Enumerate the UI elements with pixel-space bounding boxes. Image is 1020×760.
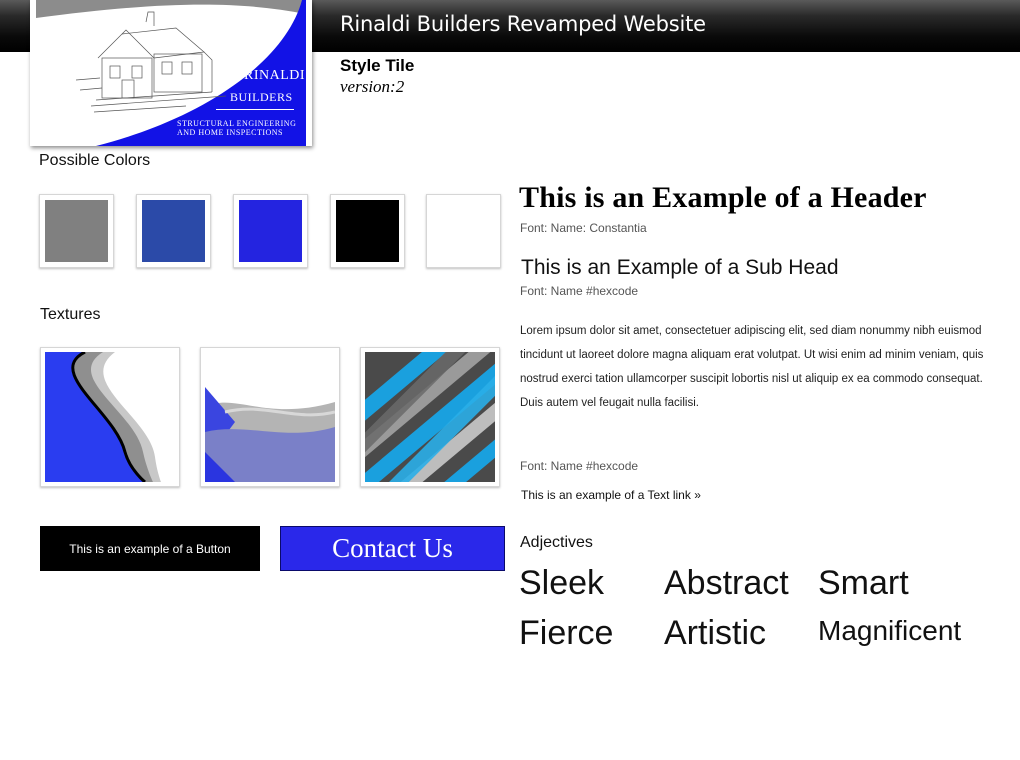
texture-waves [200, 347, 340, 487]
textures-heading: Textures [40, 306, 101, 323]
swatch-fill [239, 200, 302, 262]
header-example: This is an Example of a Header [519, 181, 927, 214]
texture-stripes [360, 347, 500, 487]
style-tile-title: Style Tile [340, 56, 415, 75]
logo-tagline-line2: AND HOME INSPECTIONS [177, 128, 284, 137]
header-font-note: Font: Name: Constantia [520, 221, 647, 235]
color-swatch-bright-blue [233, 194, 308, 268]
color-swatch-dark-blue [136, 194, 211, 268]
logo-tagline-line1: STRUCTURAL ENGINEERING [177, 119, 297, 128]
possible-colors-heading: Possible Colors [39, 152, 151, 169]
adjectives-heading: Adjectives [520, 534, 593, 551]
logo-text-rinaldi: RINALDI [244, 68, 306, 83]
subhead-font-note: Font: Name #hexcode [520, 284, 639, 298]
adjective-fierce: Fierce [519, 614, 614, 652]
contact-us-button[interactable]: Contact Us [280, 526, 505, 571]
example-button[interactable]: This is an example of a Button [40, 526, 260, 571]
adjective-magnificent: Magnificent [818, 615, 962, 646]
version-label: version:2 [340, 77, 405, 96]
color-swatch-gray [39, 194, 114, 268]
color-swatch-white [426, 194, 501, 268]
swatch-fill [142, 200, 205, 262]
swatch-fill [336, 200, 399, 262]
logo-divider [216, 109, 294, 110]
body-copy-example: Lorem ipsum dolor sit amet, consectetuer… [520, 325, 984, 409]
company-logo: RINALDI BUILDERS STRUCTURAL ENGINEERING … [30, 0, 312, 146]
adjective-abstract: Abstract [664, 564, 789, 602]
color-swatch-black [330, 194, 405, 268]
site-title: Rinaldi Builders Revamped Website [340, 12, 706, 36]
body-font-note: Font: Name #hexcode [520, 459, 639, 473]
adjective-sleek: Sleek [519, 564, 605, 602]
swatch-fill [45, 200, 108, 262]
adjective-artistic: Artistic [664, 614, 766, 652]
swatch-fill [432, 200, 495, 262]
subhead-example: This is an Example of a Sub Head [521, 256, 839, 279]
adjective-smart: Smart [818, 564, 909, 602]
logo-text-builders: BUILDERS [230, 90, 293, 104]
text-link-example[interactable]: This is an example of a Text link » [521, 488, 701, 502]
texture-swoosh [40, 347, 180, 487]
